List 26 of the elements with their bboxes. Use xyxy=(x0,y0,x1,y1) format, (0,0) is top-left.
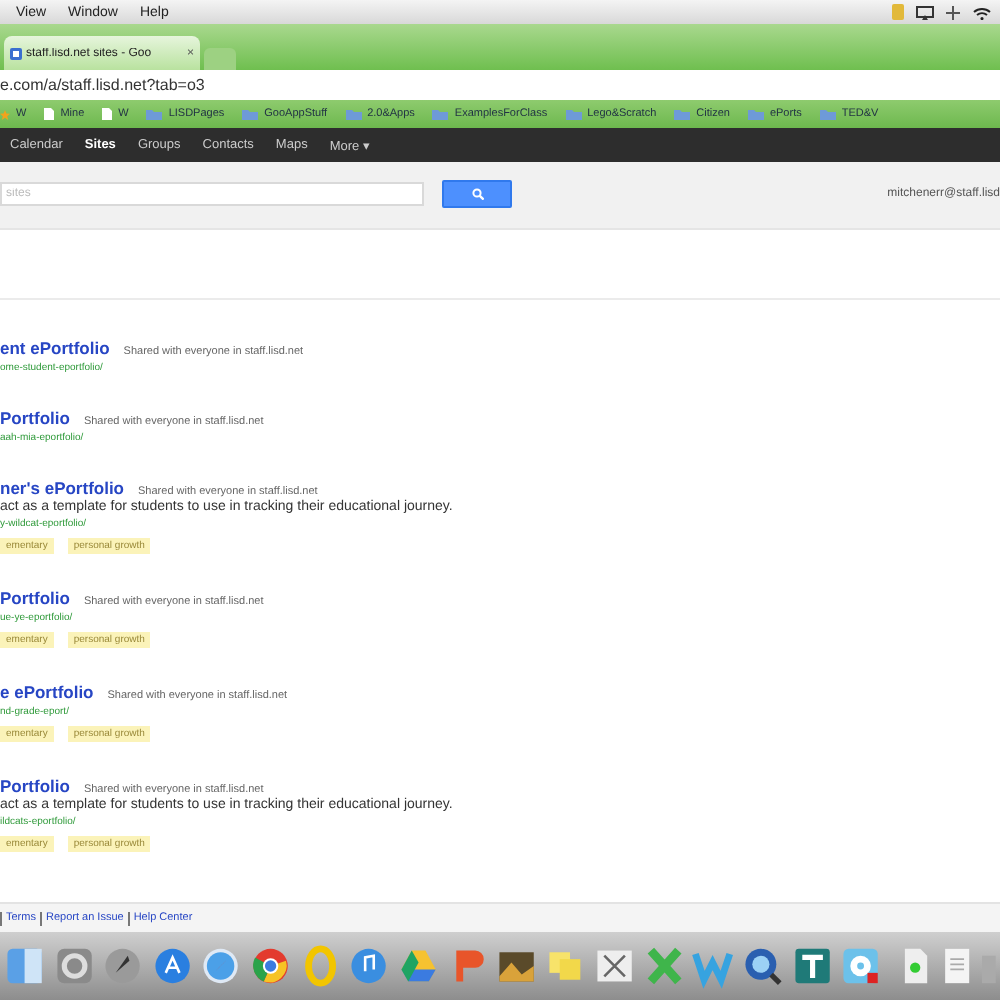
page-icon xyxy=(44,108,55,120)
folder-icon xyxy=(146,108,163,120)
divider-icon xyxy=(0,911,2,925)
search-icon xyxy=(471,187,483,199)
divider-icon xyxy=(127,911,130,925)
divider-icon xyxy=(39,911,42,925)
folder-icon xyxy=(747,108,764,120)
site-title-link[interactable]: Portfolio xyxy=(0,588,70,608)
site-title-link[interactable]: Portfolio xyxy=(0,408,70,428)
page-icon xyxy=(102,108,113,120)
folder-icon xyxy=(565,108,582,120)
site-title-link[interactable]: e ePortfolio xyxy=(0,682,94,702)
wifi-icon[interactable] xyxy=(972,5,992,19)
folder-icon xyxy=(345,108,362,120)
display-icon[interactable] xyxy=(916,5,934,19)
folder-icon xyxy=(674,108,691,120)
site-title-link[interactable]: ent ePortfolio xyxy=(0,338,110,358)
star-icon xyxy=(0,109,10,119)
ring-icon[interactable] xyxy=(299,942,341,990)
folder-icon xyxy=(819,108,836,120)
folder-icon xyxy=(242,108,259,120)
site-title-link[interactable]: Portfolio xyxy=(0,776,70,796)
page-icon xyxy=(10,47,22,59)
folder-icon xyxy=(432,108,449,120)
site-title-link[interactable]: ner's ePortfolio xyxy=(0,478,125,498)
search-button[interactable] xyxy=(442,179,512,207)
